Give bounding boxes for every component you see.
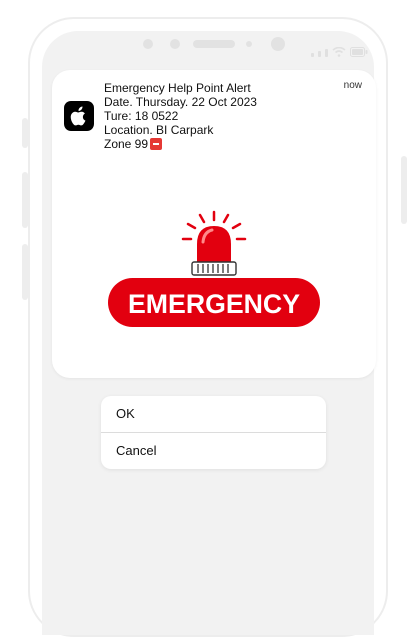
emergency-label: EMERGENCY [128,289,300,319]
cancel-button[interactable]: Cancel [101,433,326,469]
signal-icon [318,51,321,57]
notification-date: Date. Thursday. 22 Oct 2023 [104,95,257,109]
apple-logo [70,106,86,126]
notch-dot [246,41,252,47]
notification-location: Location. BI Carpark [104,123,214,137]
siren-icon [181,210,247,276]
notch-dot [170,39,180,49]
notch-dot [143,39,153,49]
phone-side-button [22,118,28,148]
status-icons [311,47,368,57]
notification-zone-row: Zone 99 [104,137,257,151]
ok-button[interactable]: OK [101,396,326,432]
emergency-graphic: EMERGENCY [108,210,320,327]
phone-side-button [401,156,407,224]
notification-timestamp: now [343,80,362,91]
notification-body: Emergency Help Point Alert Date. Thursda… [104,81,257,151]
apple-icon [64,101,94,131]
signal-icon [325,49,328,57]
phone-side-button [22,172,28,228]
battery-icon [350,47,368,57]
speaker-grille [193,40,235,48]
notification-time: Ture: 18 0522 [104,109,179,123]
action-sheet: OK Cancel [101,396,326,469]
red-box-icon [150,138,163,150]
camera-dot [271,37,285,51]
notification-zone: Zone 99 [104,137,149,151]
notification-title: Emergency Help Point Alert [104,81,251,95]
notification-card[interactable]: Emergency Help Point Alert Date. Thursda… [52,70,376,378]
wifi-icon [332,47,346,57]
signal-icon [311,53,314,57]
phone-side-button [22,244,28,300]
